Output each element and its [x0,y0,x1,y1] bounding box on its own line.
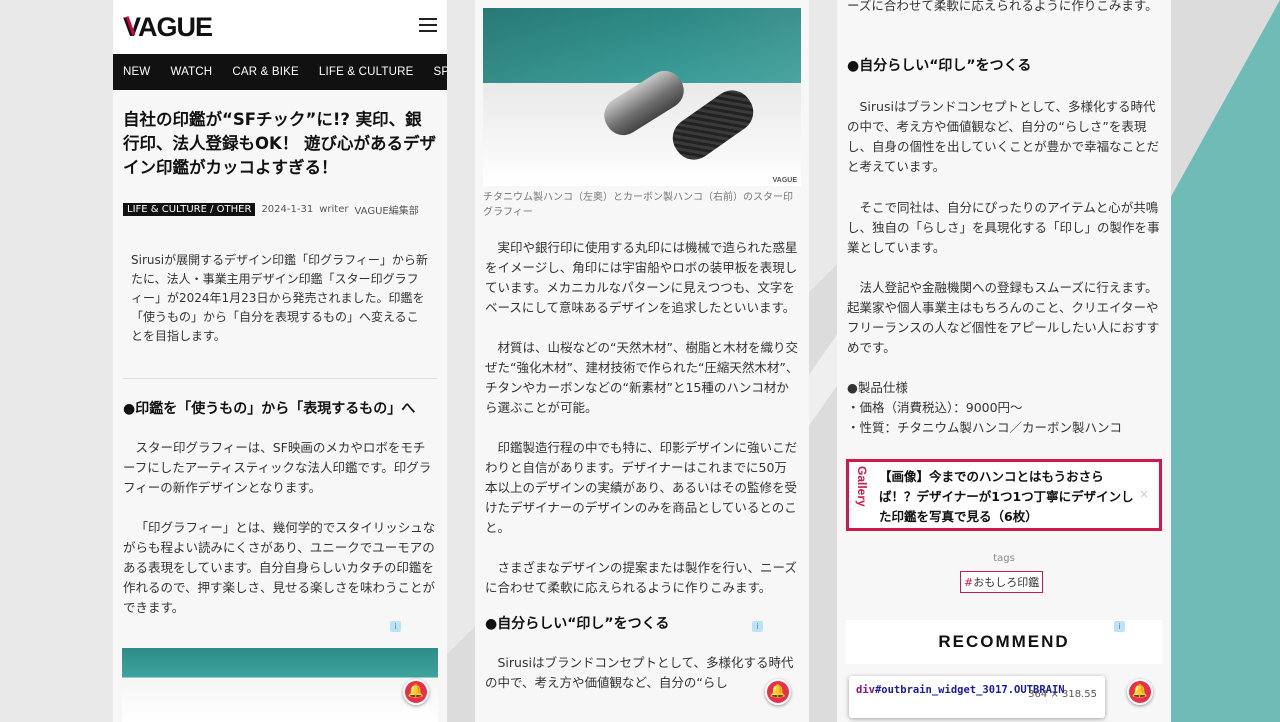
spec-list: ●製品仕様 ・価格（消費税込）：9000円〜 ・性質：チタニウム製ハンコ／カーボ… [837,378,1171,438]
paragraph-craft: 印鑑製造行程の中でも特に、印影デザインに強いこだわりと自信があります。デザイナー… [485,440,798,535]
paragraph-company: そこで同社は、自分にぴったりのアイテムと心が共鳴し、独自の「らしさ」を具現化する… [847,200,1160,255]
paragraph-custom: さまざまなデザインの提案または製作を行い、ニーズに合わせて柔軟に応えられるように… [485,560,797,595]
bell-icon[interactable]: 🔔 [403,679,429,705]
hash-icon: # [964,576,974,589]
article-panel-1[interactable]: VAGUE NEW WATCH CAR & BIKE LIFE & CULTUR… [113,0,447,722]
hanko-photo: VAGUE [483,8,801,186]
tags-label: tags [993,553,1015,564]
writer-name[interactable]: VAGUE編集部 [354,202,418,217]
image-caption: チタニウム製ハンコ（左奥）とカーボン製ハンコ（右前）のスター印グラフィー [483,192,793,218]
writer-label: writer [319,204,349,215]
inspected-selector: div#outbrain_widget_3017.OUTBRAIN [856,684,1065,696]
article-lead: Sirusiが展開するデザイン印鑑「印グラフィー」から新たに、法人・事業主用デザ… [131,253,428,343]
tag-link[interactable]: #おもしろ印鑑 [960,571,1044,593]
paragraph-corporate: 法人登記や金融機関への登録もスムーズに行えます。起業家や個人事業主はもちろんのこ… [847,280,1160,355]
paragraph-design: 実印や銀行印に使用する丸印には機械で造られた惑星をイメージし、角印には宇宙船やロ… [485,240,798,315]
ad-choices-icon[interactable]: i [752,621,763,632]
article-image-2 [122,648,438,722]
category-badge[interactable]: LIFE & CULTURE / OTHER [123,203,256,216]
ad-choices-icon[interactable]: i [390,621,401,632]
gallery-link-box[interactable]: Gallery 【画像】今までのハンコとはもうおさらば！？デザイナーが1つ1つ丁… [846,459,1162,531]
spec-heading: ●製品仕様 [847,380,908,395]
spec-price: ・価格（消費税込）：9000円〜 [847,400,1023,415]
paragraph-star-ingraphy: スター印グラフィーは、SF映画のメカやロボをモチーフにしたアーティスティックな法… [123,440,432,495]
article-date: 2024-1-31 [261,204,314,215]
article-panel-3[interactable]: ーズに合わせて柔軟に応えられるように作りこみます。 ●自分らしい“印し”をつくる… [837,0,1171,722]
category-nav: NEW WATCH CAR & BIKE LIFE & CULTURE SPEC [113,54,447,90]
site-logo[interactable]: VAGUE [123,12,213,43]
paragraph-material: 材質は、山桜などの“天然木材”、樹脂と木材を織り交ぜた“強化木材”、建材技術で作… [485,340,799,415]
paragraph-ingraphy: 「印グラフィー」とは、幾何学的でスタイリッシュながらも程よい読みにくさがあり、ユ… [123,520,436,615]
nav-item-watch[interactable]: WATCH [160,66,222,78]
paragraph-brand-cut: Sirusiはブランドコンセプトとして、多様化する時代の中で、考え方や価値観など… [485,655,794,690]
article-title: 自社の印鑑が“SFチック”に!? 実印、銀行印、法人登録もOK！ 遊び心があるデ… [123,110,437,177]
hamburger-icon[interactable] [419,18,437,32]
bell-icon[interactable]: 🔔 [1127,679,1153,705]
ad-choices-icon[interactable]: i [1114,621,1125,632]
nav-item-life-culture[interactable]: LIFE & CULTURE [309,66,424,78]
image-credit: VAGUE [772,177,797,184]
bell-icon[interactable]: 🔔 [765,679,791,705]
close-icon[interactable]: × [1139,487,1149,501]
article-meta: LIFE & CULTURE / OTHER 2024-1-31 writer … [113,180,447,217]
gallery-link-text[interactable]: 【画像】今までのハンコとはもうおさらば！？デザイナーが1つ1つ丁寧にデザインした… [879,467,1139,527]
nav-item-new[interactable]: NEW [113,66,160,78]
paragraph-custom-tail: ーズに合わせて柔軟に応えられるように作りこみます。 [847,0,1158,13]
nav-item-spec[interactable]: SPEC [424,66,448,78]
paragraph-brand: Sirusiはブランドコンセプトとして、多様化する時代の中で、考え方や価値観など… [847,99,1160,174]
section-heading-1: ●印鑑を「使うもの」から「表現するもの」へ [123,401,416,417]
site-header: VAGUE [113,0,447,54]
section-heading-2: ●自分らしい“印し”をつくる [847,58,1032,74]
spec-material: ・性質：チタニウム製ハンコ／カーボン製ハンコ [847,420,1123,435]
article-panel-2[interactable]: VAGUE チタニウム製ハンコ（左奥）とカーボン製ハンコ（右前）のスター印グラフ… [475,0,809,722]
inspected-dimensions: 364 × 318.55 [1028,689,1097,700]
gallery-label: Gallery [855,466,869,507]
nav-item-car-bike[interactable]: CAR & BIKE [222,66,309,78]
devtools-inspect-tooltip: div#outbrain_widget_3017.OUTBRAIN 364 × … [849,676,1105,718]
